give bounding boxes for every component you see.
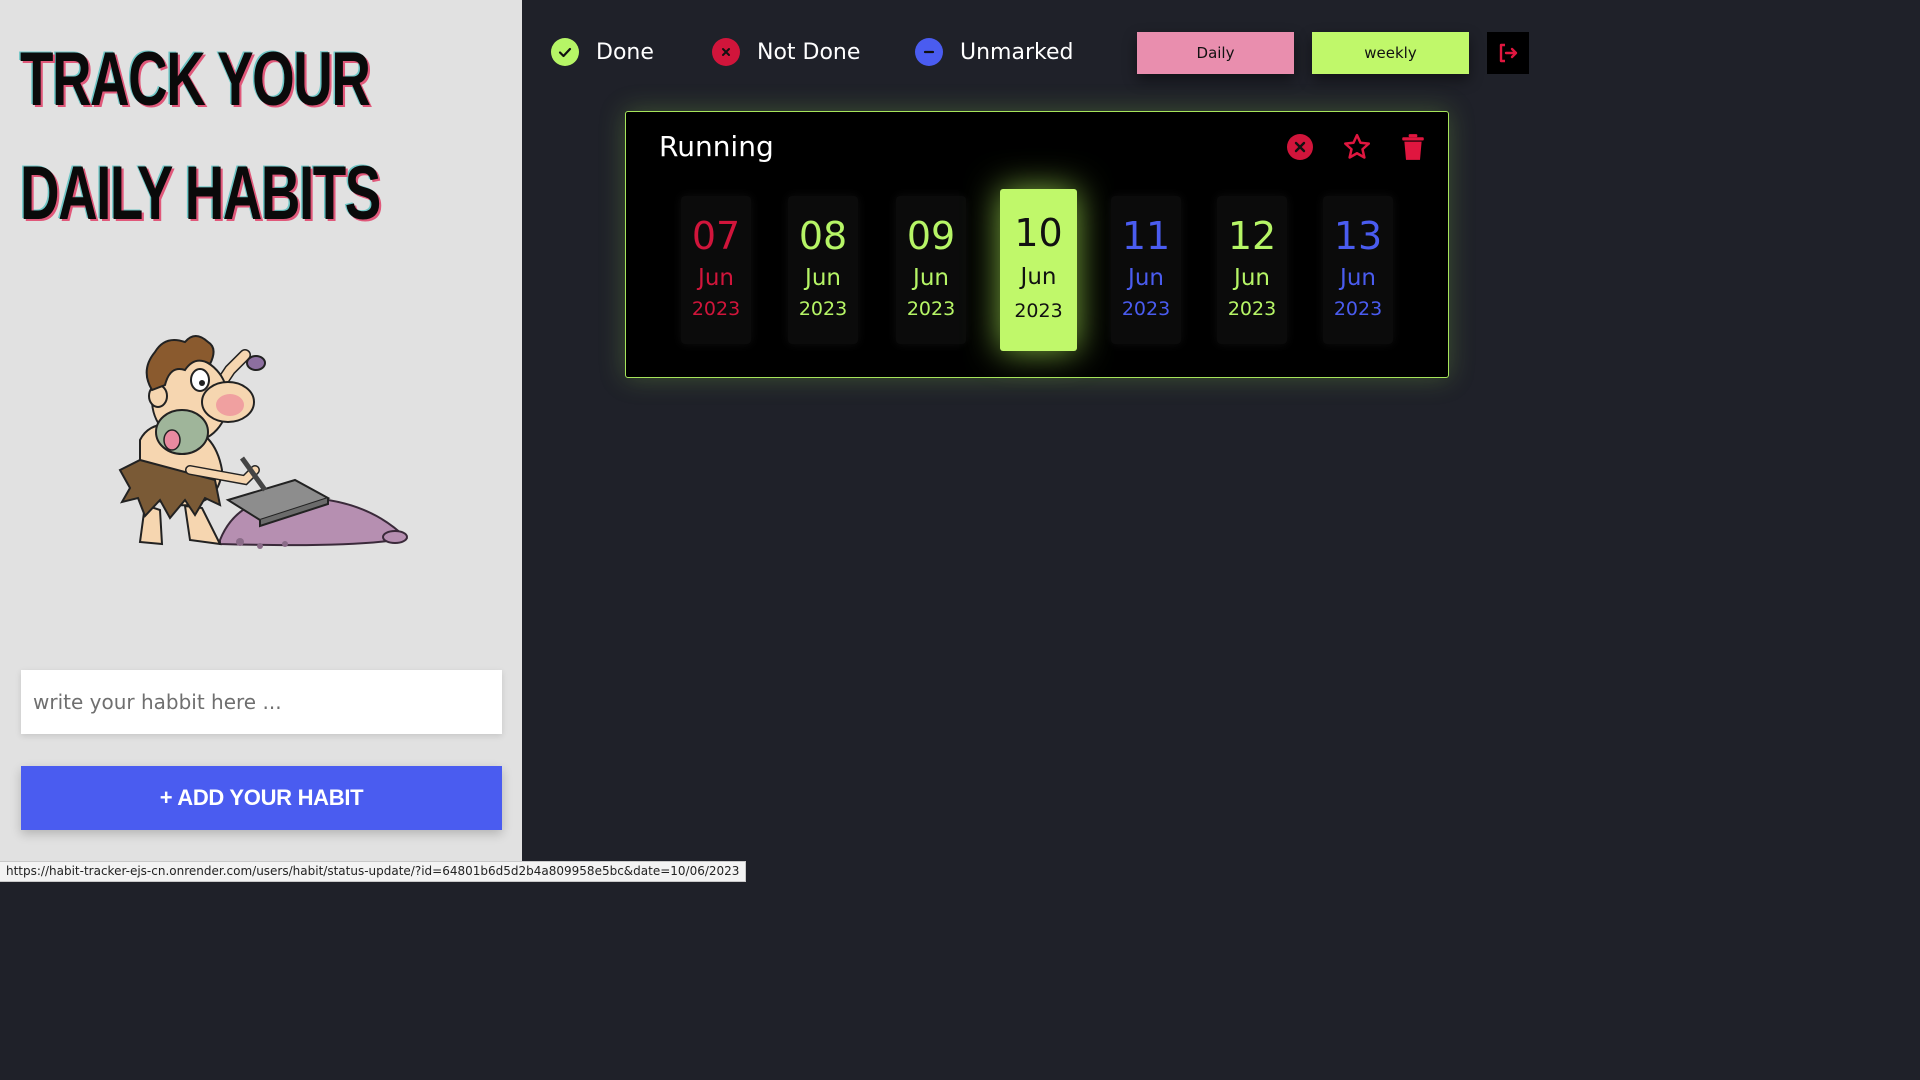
sidebar-panel: TRACK YOUR DAILY HABITS write your habbi… — [0, 0, 522, 882]
legend-unmarked: Unmarked — [915, 38, 1073, 66]
day-number: 08 — [798, 214, 848, 258]
day-cell-13[interactable]: 13 Jun 2023 — [1323, 196, 1393, 344]
day-year: 2023 — [798, 298, 848, 320]
day-number: 12 — [1227, 214, 1277, 258]
trash-icon[interactable] — [1398, 132, 1428, 162]
star-icon[interactable] — [1342, 132, 1372, 162]
day-cell-09[interactable]: 09 Jun 2023 — [896, 196, 966, 344]
x-icon — [712, 38, 740, 66]
day-month: Jun — [1128, 265, 1164, 291]
weekly-view-button[interactable]: weekly — [1312, 32, 1469, 74]
day-number: 09 — [906, 214, 956, 258]
day-number: 10 — [1014, 211, 1063, 255]
legend-done-label: Done — [596, 39, 654, 65]
legend-unmarked-label: Unmarked — [960, 39, 1074, 65]
logout-icon — [1499, 43, 1518, 63]
day-year: 2023 — [1121, 298, 1171, 320]
logout-button[interactable] — [1487, 32, 1529, 74]
check-icon — [551, 38, 579, 66]
day-month: Jun — [1234, 265, 1270, 291]
link-status-bar: https://habit-tracker-ejs-cn.onrender.co… — [0, 861, 747, 882]
habit-name: Running — [659, 130, 774, 163]
day-cell-12[interactable]: 12 Jun 2023 — [1217, 196, 1287, 344]
day-year: 2023 — [1227, 298, 1277, 320]
day-month: Jun — [1020, 264, 1057, 290]
day-month: Jun — [698, 265, 734, 291]
legend-not-done-label: Not Done — [757, 39, 861, 65]
day-cell-07[interactable]: 07 Jun 2023 — [681, 196, 751, 344]
day-cell-10-selected[interactable]: 10 Jun 2023 — [1000, 189, 1077, 351]
caveman-illustration — [118, 335, 409, 549]
day-number: 13 — [1333, 214, 1383, 258]
add-habit-button[interactable]: + ADD YOUR HABIT — [21, 766, 502, 830]
day-year: 2023 — [1014, 300, 1063, 322]
legend-not-done: Not Done — [712, 38, 860, 66]
day-cell-08[interactable]: 08 Jun 2023 — [788, 196, 858, 344]
day-year: 2023 — [691, 298, 741, 320]
x-circle-icon[interactable] — [1285, 132, 1315, 162]
page-title-line-2: DAILY HABITS — [20, 151, 381, 236]
day-number: 07 — [691, 214, 741, 258]
daily-view-button[interactable]: Daily — [1137, 32, 1294, 74]
day-year: 2023 — [906, 298, 956, 320]
page-title-line-1: TRACK YOUR — [20, 37, 371, 122]
habit-input[interactable] — [21, 670, 502, 734]
day-month: Jun — [913, 265, 949, 291]
day-month: Jun — [805, 265, 841, 291]
day-number: 11 — [1121, 214, 1171, 258]
habit-card: Running 07 Jun 2023 08 Jun 2023 09 Jun 2… — [625, 111, 1449, 378]
legend-done: Done — [551, 38, 654, 66]
day-year: 2023 — [1333, 298, 1383, 320]
minus-icon — [915, 38, 943, 66]
day-month: Jun — [1340, 265, 1376, 291]
day-cell-11[interactable]: 11 Jun 2023 — [1111, 196, 1181, 344]
